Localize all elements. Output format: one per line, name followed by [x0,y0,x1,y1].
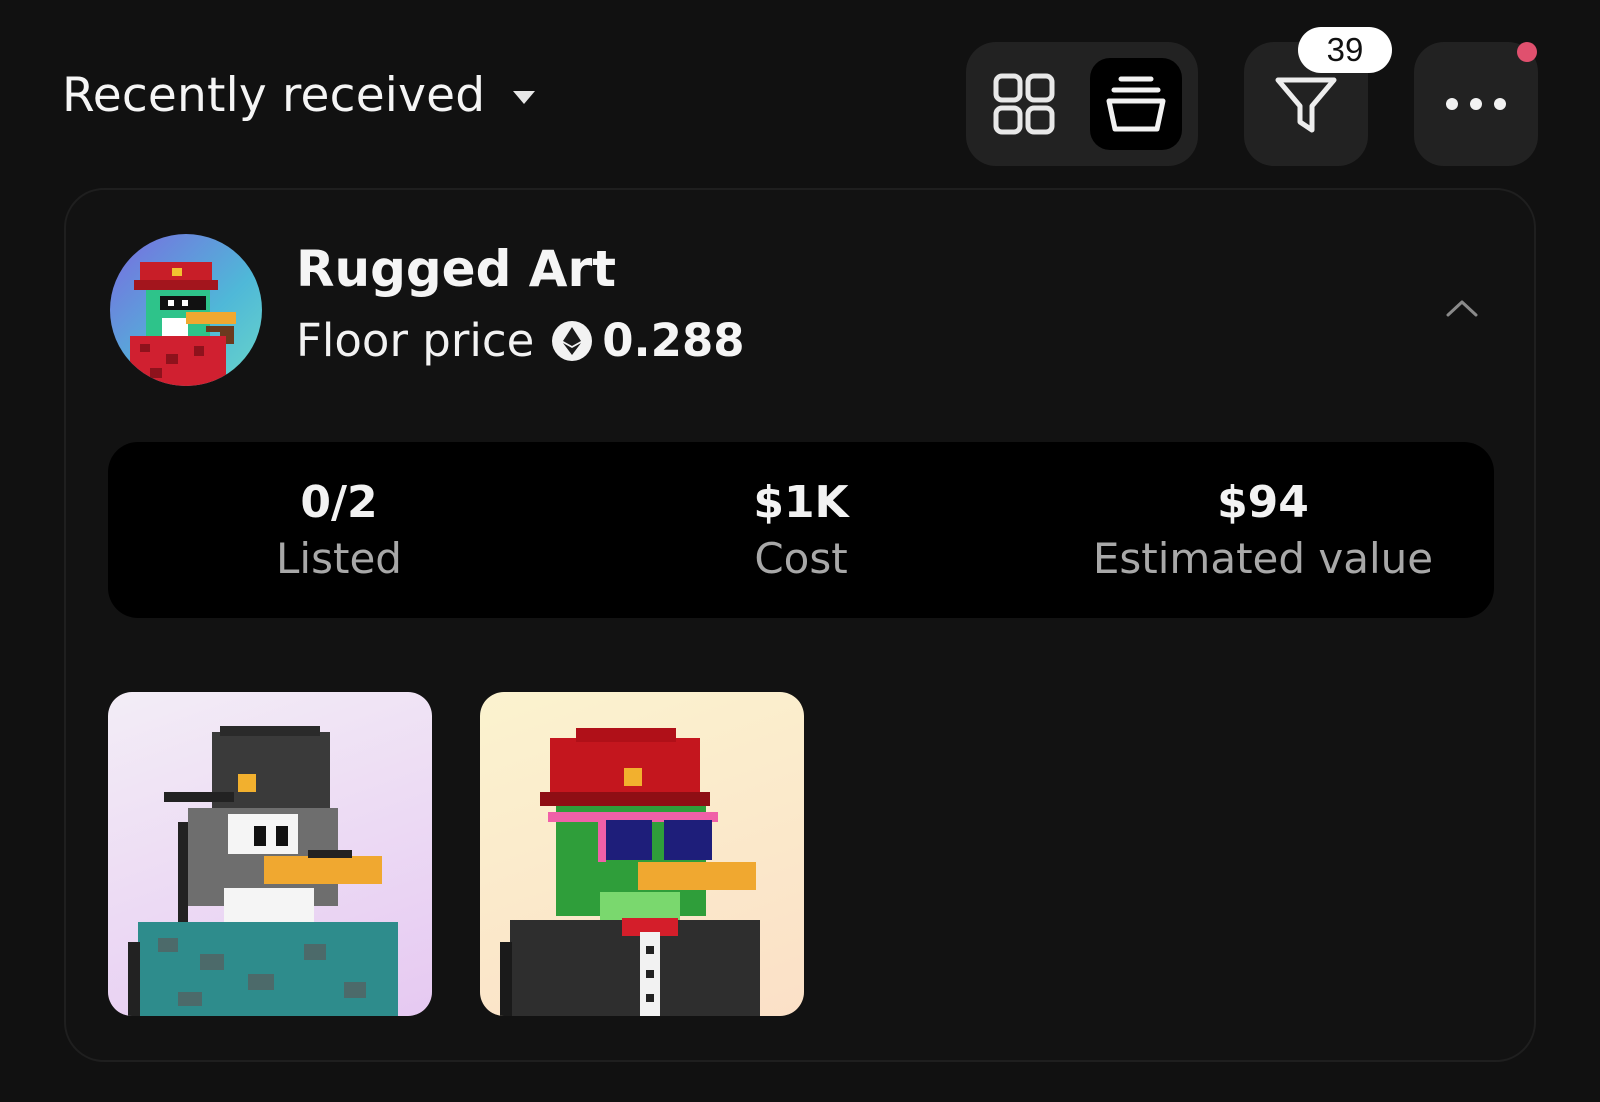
stat-listed: 0/2 Listed [108,442,570,618]
view-toggle [966,42,1198,166]
chevron-down-icon [513,91,536,104]
collection-name: Rugged Art [296,240,617,298]
stat-estimated-value: $94 Estimated value [1032,442,1494,618]
stat-label: Estimated value [1092,534,1434,583]
collection-avatar[interactable] [110,234,262,386]
sort-dropdown[interactable]: Recently received [62,68,536,123]
grid-view-icon [993,73,1055,135]
floor-price-label: Floor price [296,314,535,367]
nft-thumbnail[interactable] [480,692,804,1016]
stat-value: $94 [1217,477,1309,528]
floor-price-value: 0.288 [602,314,745,367]
portfolio-page: Recently received 39 Rugged Art Floor pr… [0,0,1600,1102]
floor-price-row: Floor price 0.288 [296,314,745,367]
list-view-icon [1106,76,1166,132]
sort-label: Recently received [62,68,486,123]
stat-label: Listed [276,534,402,583]
stat-cost: $1K Cost [570,442,1032,618]
stat-label: Cost [754,534,848,583]
chevron-up-icon [1446,300,1478,317]
stat-value: $1K [753,477,849,528]
ethereum-icon [552,320,593,361]
filter-icon [1275,77,1337,133]
collection-stats: 0/2 Listed $1K Cost $94 Estimated value [108,442,1494,618]
more-icon [1446,98,1506,110]
collection-card: Rugged Art Floor price 0.288 0/2 Listed [64,188,1536,1062]
nft-thumbnail[interactable] [108,692,432,1016]
more-options-button[interactable] [1414,42,1538,166]
notification-dot [1517,42,1537,62]
nft-art-penguin [128,726,398,1016]
list-view-button[interactable] [1090,58,1182,150]
filter-count-badge: 39 [1298,27,1392,73]
nft-art-duck [500,728,760,1016]
collapse-button[interactable] [1442,288,1482,328]
stat-value: 0/2 [300,477,378,528]
grid-view-button[interactable] [978,58,1070,150]
collection-avatar-art [130,262,236,386]
